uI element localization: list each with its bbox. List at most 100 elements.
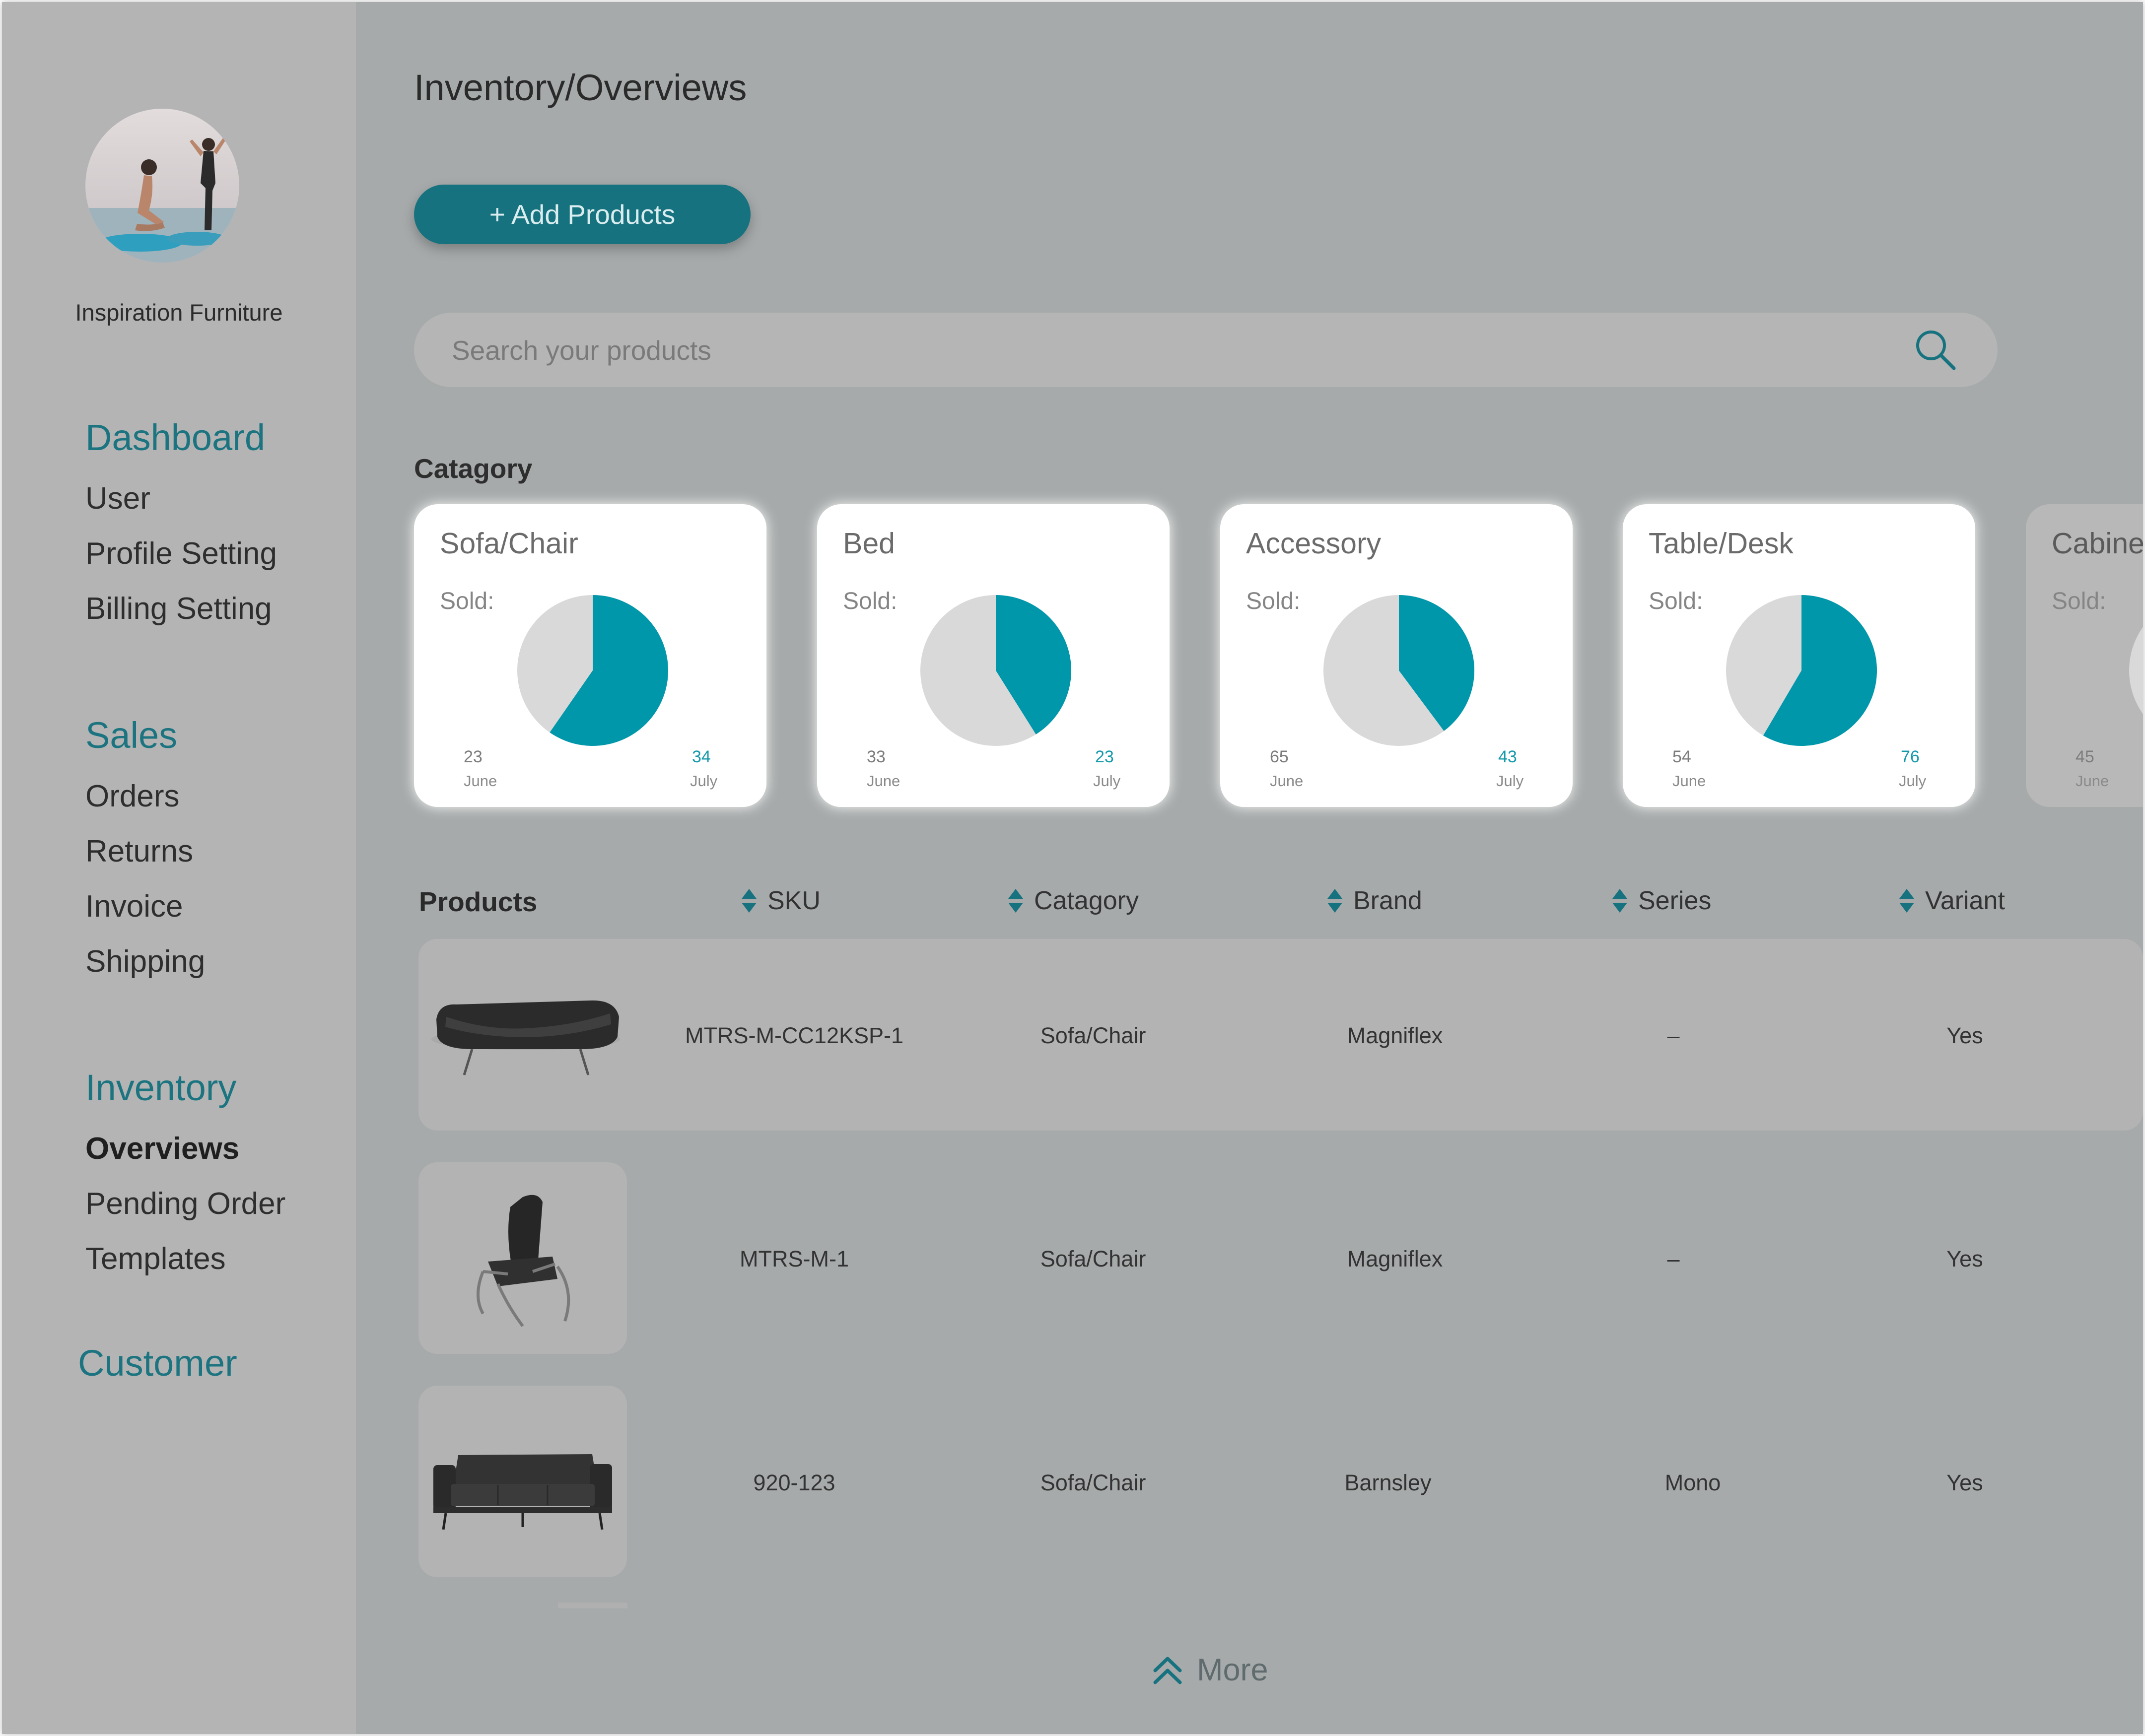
nav-heading-customer[interactable]: Customer: [78, 1342, 237, 1384]
june-label: June: [1672, 772, 1706, 790]
june-sold-value: 54: [1672, 747, 1691, 766]
nav-item-billing-setting[interactable]: Billing Setting: [85, 591, 272, 626]
nav-item-overviews[interactable]: Overviews: [85, 1131, 239, 1166]
june-label: June: [1270, 772, 1304, 790]
sold-label: Sold:: [2052, 588, 2106, 614]
series-cell: –: [1667, 1023, 1680, 1048]
sort-icon[interactable]: [1326, 888, 1343, 914]
avatar[interactable]: [85, 109, 239, 263]
nav-item-user[interactable]: User: [85, 481, 150, 516]
column-header-series[interactable]: Series: [1611, 886, 1711, 916]
page-title: Inventory/Overviews: [414, 67, 747, 108]
sort-icon[interactable]: [1007, 888, 1024, 914]
nav-item-profile-setting[interactable]: Profile Setting: [85, 536, 277, 571]
column-header-label: Brand: [1353, 886, 1422, 915]
column-header-label: Variant: [1925, 886, 2005, 915]
product-thumbnail[interactable]: [418, 1162, 627, 1354]
series-cell: –: [1667, 1246, 1680, 1271]
more-button[interactable]: More: [1151, 1652, 1268, 1688]
sold-label: Sold:: [1649, 588, 1703, 614]
category-card-cabinet[interactable]: Cabinet Sold: 45 June: [2026, 504, 2143, 807]
sku-cell: 920-123: [753, 1470, 835, 1495]
sold-pie-chart: [517, 595, 668, 746]
nav-item-templates[interactable]: Templates: [85, 1241, 226, 1276]
brand-cell: Magniflex: [1347, 1246, 1443, 1271]
sold-pie-chart: [2129, 627, 2143, 714]
pie-slice-june: [2129, 627, 2143, 714]
nav-item-shipping[interactable]: Shipping: [85, 944, 205, 979]
july-sold-value: 34: [692, 747, 711, 766]
july-label: July: [1496, 772, 1524, 790]
sold-pie-chart: [1726, 595, 1877, 746]
column-header-label: Series: [1638, 886, 1712, 915]
sold-label: Sold:: [843, 588, 898, 614]
category-card-title: Cabinet: [2052, 527, 2143, 560]
june-label: June: [2076, 772, 2109, 790]
category-section-title: Catagory: [414, 453, 533, 484]
sold-label: Sold:: [440, 588, 494, 614]
june-sold-value: 23: [464, 747, 483, 766]
variant-cell: Yes: [1946, 1246, 1983, 1271]
june-label: June: [867, 772, 900, 790]
category-card-accessory[interactable]: Accessory Sold: 65 June 43 July: [1220, 504, 1573, 807]
nav-item-returns[interactable]: Returns: [85, 834, 193, 869]
search-icon[interactable]: [1913, 328, 1958, 372]
nav-heading-inventory[interactable]: Inventory: [85, 1067, 236, 1109]
july-label: July: [1093, 772, 1121, 790]
brand-name: Inspiration Furniture: [75, 299, 283, 326]
june-sold-value: 33: [867, 747, 886, 766]
search-bar: [414, 313, 1998, 388]
july-sold-value: 23: [1095, 747, 1114, 766]
nav-heading-dashboard[interactable]: Dashboard: [85, 416, 265, 459]
sold-pie-chart: [920, 595, 1071, 746]
sku-cell: MTRS-M-1: [740, 1246, 849, 1271]
june-sold-value: 45: [2076, 747, 2094, 766]
june-label: June: [464, 772, 497, 790]
sofa-image: [431, 1000, 620, 1075]
nav-item-orders[interactable]: Orders: [85, 779, 179, 814]
category-card-bed[interactable]: Bed Sold: 33 June 23 July: [817, 504, 1170, 807]
column-header-brand[interactable]: Brand: [1326, 886, 1422, 916]
app-window: Inspiration Furniture Dashboard User Pro…: [2, 2, 2143, 1734]
category-cell: Sofa/Chair: [1040, 1023, 1146, 1048]
category-card-title: Bed: [843, 527, 895, 560]
brand-cell: Magniflex: [1347, 1023, 1443, 1048]
sort-icon[interactable]: [1898, 888, 1915, 914]
couch-image: [433, 1454, 612, 1530]
next-row-peek: [558, 1602, 627, 1608]
double-chevron-up-icon: [1153, 1657, 1182, 1684]
category-card-sofa-chair[interactable]: Sofa/Chair Sold: 23 June 34 July: [414, 504, 766, 807]
series-cell: Mono: [1664, 1470, 1721, 1495]
nav-item-invoice[interactable]: Invoice: [85, 889, 183, 924]
recliner-chair-image: [477, 1195, 570, 1327]
column-header-label: SKU: [767, 886, 821, 915]
brand-cell: Barnsley: [1344, 1470, 1432, 1495]
column-header-label: Products: [419, 886, 538, 917]
nav-heading-sales[interactable]: Sales: [85, 714, 177, 756]
search-input[interactable]: [451, 313, 1892, 388]
more-label: More: [1197, 1653, 1268, 1687]
category-card-table-desk[interactable]: Table/Desk Sold: 54 June 76 July: [1623, 504, 1975, 807]
column-header-sku[interactable]: SKU: [741, 886, 821, 916]
sort-icon[interactable]: [1611, 888, 1628, 914]
column-header-category[interactable]: Catagory: [1007, 886, 1139, 916]
column-header-variant[interactable]: Variant: [1898, 886, 2005, 916]
nav-item-pending-order[interactable]: Pending Order: [85, 1186, 285, 1221]
category-cell: Sofa/Chair: [1040, 1470, 1146, 1495]
sort-icon[interactable]: [741, 888, 758, 914]
sidebar: Inspiration Furniture Dashboard User Pro…: [2, 2, 356, 1734]
july-sold-value: 43: [1498, 747, 1517, 766]
table-row-highlight[interactable]: [418, 939, 2143, 1131]
sold-label: Sold:: [1246, 588, 1301, 614]
category-card-title: Sofa/Chair: [440, 527, 578, 560]
column-header-label: Catagory: [1034, 886, 1139, 915]
variant-cell: Yes: [1946, 1023, 1983, 1048]
add-products-button[interactable]: + Add Products: [414, 185, 751, 244]
july-label: July: [690, 772, 718, 790]
column-header-products: Products: [419, 886, 537, 918]
july-sold-value: 76: [1901, 747, 1920, 766]
category-cell: Sofa/Chair: [1040, 1246, 1146, 1271]
product-thumbnail[interactable]: [418, 1386, 627, 1577]
sku-cell: MTRS-M-CC12KSP-1: [685, 1023, 904, 1048]
category-card-title: Accessory: [1246, 527, 1382, 560]
